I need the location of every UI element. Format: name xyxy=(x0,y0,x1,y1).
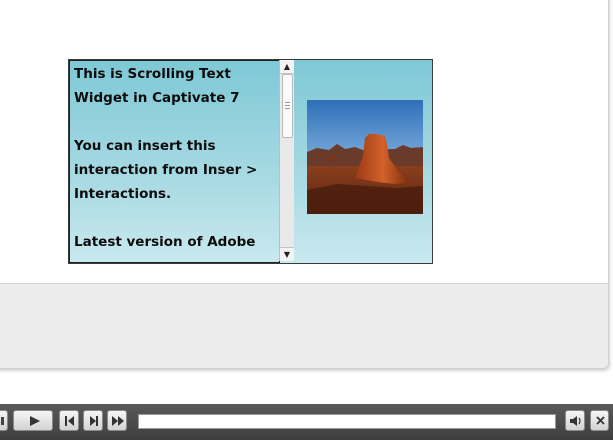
progress-bar[interactable] xyxy=(138,414,556,429)
grip-icon xyxy=(285,102,290,110)
next-slide-icon xyxy=(90,416,98,426)
scrolling-text-widget: This is Scrolling Text Widget in Captiva… xyxy=(68,59,433,264)
fast-forward-icon xyxy=(112,416,124,426)
play-icon xyxy=(30,416,40,426)
scrolling-text-paragraph: This is Scrolling Text Widget in Captiva… xyxy=(74,66,240,106)
rewind-icon xyxy=(65,416,74,426)
toc-button[interactable] xyxy=(0,410,8,431)
scrolling-text-pane[interactable]: This is Scrolling Text Widget in Captiva… xyxy=(69,60,280,263)
playback-controls-bar xyxy=(0,404,613,440)
scroll-up-button[interactable]: ▲ xyxy=(280,60,294,74)
mute-button[interactable] xyxy=(565,410,585,431)
scroll-thumb[interactable] xyxy=(282,74,293,138)
arrow-up-icon: ▲ xyxy=(283,62,291,71)
scrolling-text-paragraph: Latest version of Adobe xyxy=(74,234,256,250)
play-button[interactable] xyxy=(13,410,53,431)
vertical-scrollbar[interactable]: ▲ ▼ xyxy=(279,60,294,261)
rewind-button[interactable] xyxy=(59,410,79,431)
speaker-icon xyxy=(570,416,581,426)
close-button[interactable] xyxy=(590,410,609,431)
desert-butte-photo xyxy=(307,100,423,214)
next-slide-button[interactable] xyxy=(83,410,103,431)
scroll-down-button[interactable]: ▼ xyxy=(280,247,294,261)
close-icon xyxy=(596,416,605,425)
scrolling-text-paragraph: You can insert this interaction from Ins… xyxy=(74,138,258,202)
fast-forward-button[interactable] xyxy=(107,410,127,431)
scrolling-text-content: This is Scrolling Text Widget in Captiva… xyxy=(74,62,279,254)
toc-icon xyxy=(1,417,4,425)
arrow-down-icon: ▼ xyxy=(283,250,291,259)
slide-footer-area xyxy=(0,283,608,368)
